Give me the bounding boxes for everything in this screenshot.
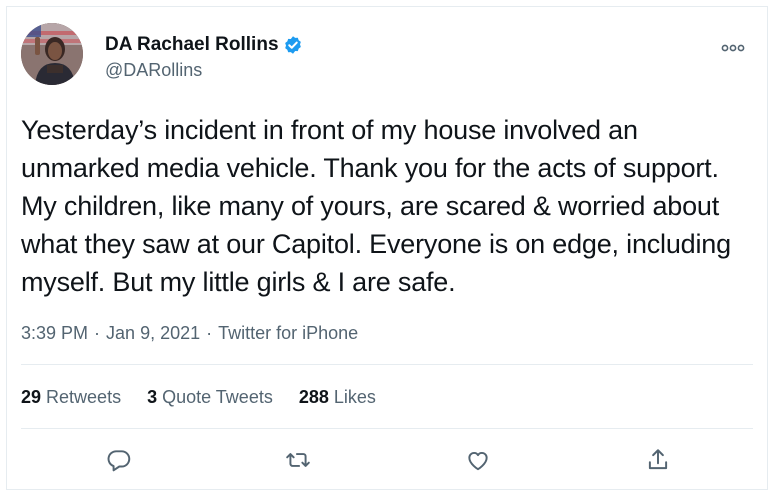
author-handle[interactable]: @DARollins [105, 60, 303, 81]
tweet-card: DA Rachael Rollins @DARollins Yesterday’… [6, 6, 768, 490]
reply-button[interactable] [104, 445, 134, 475]
retweet-button[interactable] [283, 445, 313, 475]
divider [21, 428, 753, 429]
like-icon [468, 451, 488, 471]
retweets-stat[interactable]: 29 Retweets [21, 387, 121, 408]
author-display-name[interactable]: DA Rachael Rollins [105, 34, 279, 56]
verified-badge-icon [283, 35, 303, 55]
share-button[interactable] [643, 445, 673, 475]
retweets-count: 29 [21, 387, 42, 407]
tweet-actions [7, 445, 767, 475]
tweet-time[interactable]: 3:39 PM [21, 323, 88, 344]
more-options-icon[interactable] [719, 41, 747, 55]
reply-icon [107, 450, 131, 472]
share-icon [648, 449, 668, 470]
meta-separator: · [94, 323, 101, 343]
like-button[interactable] [463, 445, 493, 475]
likes-label: Likes [333, 387, 376, 407]
tweet-source[interactable]: Twitter for iPhone [218, 323, 358, 344]
profile-photo-icon [21, 23, 83, 85]
tweet-date[interactable]: Jan 9, 2021 [106, 323, 200, 344]
quote-tweets-count: 3 [147, 387, 158, 407]
author-identity: DA Rachael Rollins @DARollins [105, 33, 303, 81]
tweet-stats: 29 Retweets 3 Quote Tweets 288 Likes [21, 387, 376, 408]
name-row: DA Rachael Rollins [105, 33, 303, 57]
tweet-header: DA Rachael Rollins @DARollins [21, 23, 753, 85]
meta-separator: · [206, 323, 213, 343]
retweets-label: Retweets [46, 387, 122, 407]
retweet-icon [286, 453, 310, 467]
likes-count: 288 [298, 387, 329, 407]
likes-stat[interactable]: 288 Likes [299, 387, 376, 408]
quote-tweets-stat[interactable]: 3 Quote Tweets [147, 387, 273, 408]
avatar[interactable] [21, 23, 83, 85]
quote-tweets-label: Quote Tweets [162, 387, 273, 407]
divider [21, 364, 753, 365]
tweet-text: Yesterday’s incident in front of my hous… [21, 115, 731, 297]
tweet-meta: 3:39 PM · Jan 9, 2021 · Twitter for iPho… [21, 323, 358, 344]
